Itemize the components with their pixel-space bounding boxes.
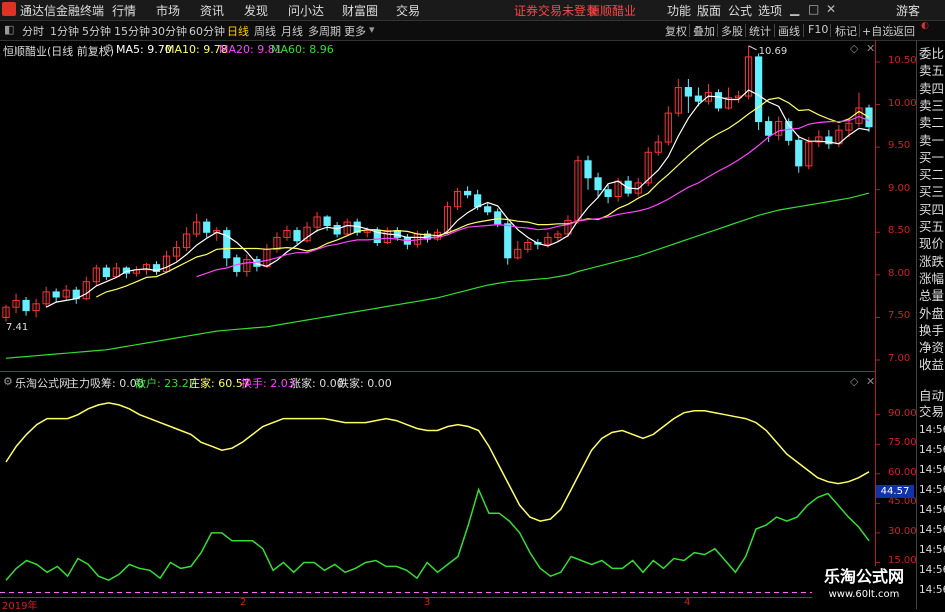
date-label: 2 (240, 597, 247, 608)
price-axis-label: 7.50 (888, 310, 911, 322)
indicator-axis-label: 60.00 (888, 466, 917, 478)
trade-time: 14:56 (919, 484, 945, 496)
candlesticks (2, 45, 873, 322)
trades-header-label: 交易 (919, 404, 945, 419)
trade-time: 14:56 (919, 564, 945, 576)
moving-average-lines (5, 89, 870, 359)
watermark: 乐淘公式网 www.60lt.com (812, 566, 916, 606)
candle-body-down (684, 87, 692, 97)
kline-chart[interactable]: 10.69 7.41 (0, 0, 945, 609)
quote-field-label: 买二 (919, 167, 945, 183)
price-axis-label: 10.00 (888, 97, 917, 109)
candle-body-down (293, 230, 301, 242)
price-axis-label: 8.00 (888, 267, 911, 279)
trade-time: 14:56 (919, 584, 945, 596)
quote-field-label: 卖五 (919, 63, 945, 79)
watermark-url: www.60lt.com (828, 589, 900, 600)
candle-body-down (474, 194, 482, 208)
quote-field-label: 收益 (919, 357, 945, 373)
trade-time: 14:56 (919, 424, 945, 436)
candle-body-down (203, 221, 211, 233)
price-axis-label: 10.50 (888, 55, 917, 66)
date-label: 2019年 (2, 601, 38, 612)
candle-body-down (714, 92, 723, 109)
low-price-label: 7.41 (6, 322, 28, 333)
quote-field-label: 买五 (919, 219, 945, 234)
quote-field-label: 卖四 (919, 80, 945, 96)
price-axis-label: 9.50 (888, 140, 911, 152)
trade-time: 14:56 (919, 524, 945, 536)
quote-field-label: 卖二 (919, 115, 945, 131)
candle-body-down (323, 216, 331, 226)
quote-field-label: 涨跌 (919, 253, 945, 269)
price-axis-label: 9.00 (888, 182, 911, 194)
indicator-line (5, 402, 870, 522)
indicator-line (5, 487, 870, 582)
candle-body-down (504, 223, 512, 259)
trade-time: 14:56 (919, 544, 945, 556)
trade-time: 14:56 (919, 464, 945, 476)
date-label: 4 (684, 597, 691, 608)
trade-time: 14:56 (919, 504, 945, 516)
candle-body-down (594, 177, 602, 191)
price-axis-label: 8.50 (888, 225, 911, 237)
candle-body-down (584, 160, 592, 179)
price-axis-label: 7.00 (888, 353, 911, 364)
indicator-axis-label: 90.00 (888, 407, 917, 419)
candle-body-down (22, 299, 30, 312)
quote-field-label: 现价 (919, 236, 945, 252)
trade-time: 14:56 (919, 444, 945, 456)
candle-body-down (604, 189, 612, 198)
low-annotation: 7.41 (6, 322, 28, 333)
ma-line-ma10 (96, 97, 870, 298)
quote-field-label: 委比 (919, 46, 945, 61)
indicator-cursor-value: 44.57 (876, 485, 914, 498)
indicator-axis-label: 30.00 (888, 525, 917, 537)
quote-field-label: 卖三 (919, 97, 945, 113)
quote-field-label: 涨幅 (919, 270, 945, 286)
quote-field-label: 买一 (919, 149, 945, 165)
candle-body-down (494, 211, 502, 225)
candle-body-down (765, 121, 773, 136)
high-price-label: 10.69 (759, 46, 788, 57)
indicator-axis-label: 75.00 (888, 437, 917, 449)
quote-field-label: 买四 (919, 201, 945, 217)
quote-field-label: 换手 (919, 322, 945, 338)
candle-body-down (463, 190, 472, 196)
high-annotation: 10.69 (748, 45, 788, 57)
candle-body-down (755, 56, 763, 123)
candle-body-down (393, 230, 401, 238)
quote-field-label: 外盘 (919, 305, 945, 321)
date-label: 3 (424, 597, 431, 608)
quote-field-label: 买三 (919, 184, 945, 200)
candle-body-down (102, 267, 110, 278)
candle-body-down (865, 107, 873, 128)
indicator-axis-label: 15.00 (888, 555, 917, 567)
candle-body-down (795, 139, 803, 167)
candle-body-down (484, 206, 492, 213)
candle-body-down (52, 291, 60, 298)
indicator-lines (5, 402, 870, 582)
quote-field-label: 净资 (919, 340, 945, 356)
ma-line-ma60 (5, 192, 870, 359)
candle-body-down (333, 224, 341, 235)
candle-body-down (694, 95, 703, 102)
price-gridlines (876, 61, 880, 361)
quote-field-label: 卖一 (919, 132, 945, 148)
quote-field-label: 总量 (919, 288, 945, 304)
watermark-title: 乐淘公式网 (823, 567, 904, 586)
